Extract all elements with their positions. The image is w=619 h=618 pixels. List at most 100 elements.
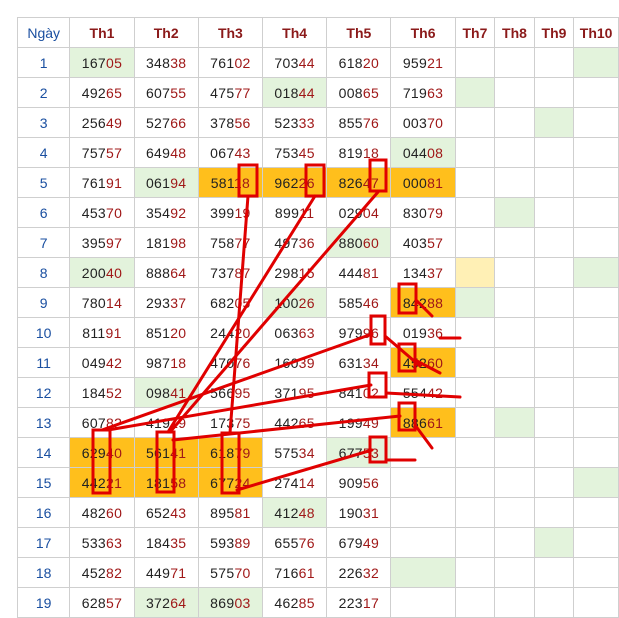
result-cell: 70344 bbox=[262, 47, 328, 78]
number-head: 962 bbox=[274, 174, 299, 191]
result-number: 18158 bbox=[146, 475, 186, 491]
result-cell bbox=[573, 407, 619, 438]
result-cell: 24420 bbox=[197, 317, 264, 348]
result-cell: 71963 bbox=[390, 77, 456, 108]
number-head: 173 bbox=[210, 414, 235, 431]
number-head: 395 bbox=[81, 234, 106, 251]
result-cell bbox=[573, 257, 619, 288]
result-cell bbox=[533, 137, 575, 168]
result-cell bbox=[454, 257, 496, 288]
result-cell: 83079 bbox=[390, 197, 456, 228]
number-head: 019 bbox=[402, 324, 428, 341]
number-head: 607 bbox=[145, 84, 171, 101]
number-tail: 55 bbox=[170, 84, 187, 101]
result-number: 85576 bbox=[339, 115, 379, 131]
result-cell: 55442 bbox=[390, 377, 456, 408]
column-header: Th3 bbox=[197, 17, 264, 48]
number-tail: 81 bbox=[362, 264, 380, 281]
number-tail: 56 bbox=[362, 474, 380, 491]
number-tail: 21 bbox=[106, 474, 123, 491]
result-cell bbox=[390, 557, 456, 588]
result-number: 56141 bbox=[146, 445, 186, 461]
number-head: 959 bbox=[402, 54, 428, 71]
number-head: 160 bbox=[274, 354, 299, 371]
result-number: 39597 bbox=[82, 235, 122, 251]
number-tail: 49 bbox=[362, 534, 380, 551]
result-number: 00865 bbox=[339, 85, 379, 101]
result-cell bbox=[390, 437, 456, 468]
number-head: 223 bbox=[338, 594, 363, 611]
number-head: 482 bbox=[81, 504, 106, 521]
number-tail: 70 bbox=[234, 564, 251, 581]
result-cell bbox=[533, 257, 575, 288]
result-number: 37856 bbox=[210, 115, 250, 131]
result-number: 53363 bbox=[82, 535, 122, 551]
result-number: 44221 bbox=[82, 475, 122, 491]
result-number: 71963 bbox=[403, 85, 443, 101]
result-number: 17375 bbox=[210, 415, 250, 431]
number-tail: 77 bbox=[234, 234, 251, 251]
number-head: 412 bbox=[274, 504, 299, 521]
table-row: 11 04942 98718 47076 16039 63134 45260 bbox=[16, 347, 619, 378]
result-number: 59389 bbox=[210, 535, 250, 551]
result-cell: 47076 bbox=[197, 347, 264, 378]
table-row: 6 45370 35492 39919 89911 02904 83079 bbox=[16, 197, 619, 228]
result-cell bbox=[533, 47, 575, 78]
result-cell: 16039 bbox=[262, 347, 328, 378]
result-cell bbox=[390, 497, 456, 528]
number-head: 618 bbox=[338, 54, 363, 71]
number-tail: 91 bbox=[106, 174, 123, 191]
result-number: 16705 bbox=[82, 55, 122, 71]
number-tail: 20 bbox=[362, 54, 380, 71]
number-head: 566 bbox=[210, 384, 235, 401]
result-cell bbox=[573, 47, 619, 78]
result-number: 49265 bbox=[82, 85, 122, 101]
number-head: 000 bbox=[402, 174, 428, 191]
result-number: 20040 bbox=[82, 265, 122, 281]
number-tail: 60 bbox=[362, 234, 380, 251]
result-cell bbox=[573, 557, 619, 588]
result-number: 57534 bbox=[274, 445, 314, 461]
number-tail: 49 bbox=[106, 114, 123, 131]
result-number: 84288 bbox=[403, 295, 443, 311]
number-tail: 02 bbox=[362, 384, 380, 401]
result-cell: 39919 bbox=[197, 197, 264, 228]
result-cell: 97996 bbox=[326, 317, 392, 348]
day-cell: 4 bbox=[16, 137, 71, 168]
result-cell bbox=[494, 107, 535, 138]
result-number: 01844 bbox=[274, 85, 314, 101]
result-cell: 00865 bbox=[326, 77, 392, 108]
result-cell: 85576 bbox=[326, 107, 392, 138]
result-number: 58546 bbox=[339, 295, 379, 311]
number-tail: 60 bbox=[106, 504, 123, 521]
result-cell: 00370 bbox=[390, 107, 456, 138]
result-number: 47076 bbox=[210, 355, 250, 371]
column-header: Th1 bbox=[69, 17, 135, 48]
result-number: 96226 bbox=[274, 175, 314, 191]
number-tail: 37 bbox=[427, 264, 444, 281]
result-number: 55442 bbox=[403, 385, 443, 401]
number-tail: 44 bbox=[298, 84, 315, 101]
result-cell: 27414 bbox=[262, 467, 328, 498]
number-tail: 38 bbox=[170, 54, 187, 71]
number-head: 008 bbox=[338, 84, 363, 101]
number-tail: 61 bbox=[427, 414, 444, 431]
result-number: 40357 bbox=[403, 235, 443, 251]
result-cell: 57534 bbox=[262, 437, 328, 468]
result-cell bbox=[454, 557, 496, 588]
number-head: 987 bbox=[145, 354, 171, 371]
result-cell: 41919 bbox=[133, 407, 199, 438]
day-cell: 10 bbox=[16, 317, 71, 348]
number-tail: 33 bbox=[298, 114, 315, 131]
result-number: 56695 bbox=[210, 385, 250, 401]
number-tail: 26 bbox=[298, 294, 315, 311]
result-cell: 37195 bbox=[262, 377, 328, 408]
result-cell bbox=[533, 227, 575, 258]
number-head: 682 bbox=[210, 294, 235, 311]
result-cell: 06363 bbox=[262, 317, 328, 348]
table-row: 5 76191 06194 58118 96226 82647 00081 bbox=[16, 167, 619, 198]
result-cell: 52333 bbox=[262, 107, 328, 138]
result-cell: 02904 bbox=[326, 197, 392, 228]
result-number: 18452 bbox=[82, 385, 122, 401]
result-number: 98718 bbox=[146, 355, 186, 371]
